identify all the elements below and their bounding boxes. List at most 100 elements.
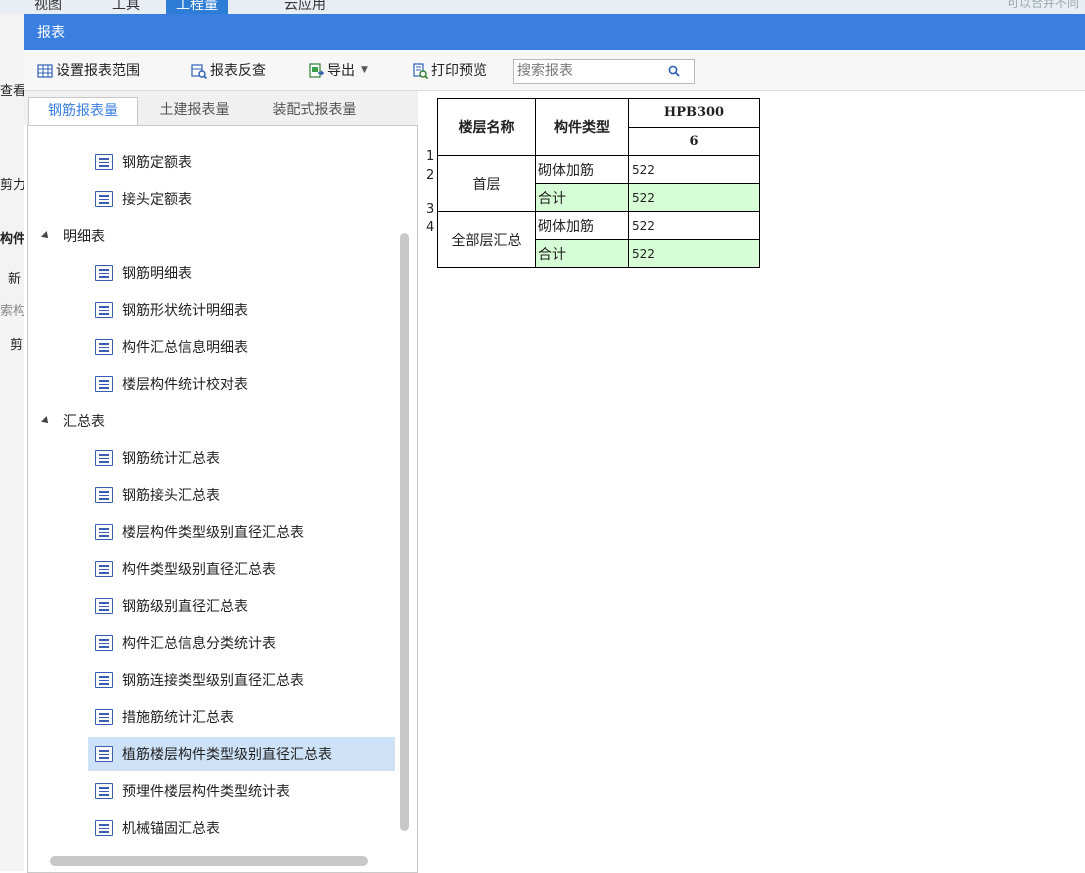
tree-item-label: 钢筋接头汇总表 bbox=[122, 488, 220, 504]
expand-arrow-icon[interactable] bbox=[41, 416, 51, 426]
tree-item-label: 楼层构件类型级别直径汇总表 bbox=[122, 525, 304, 541]
report-reverse-check-button[interactable]: 报表反查 bbox=[191, 60, 266, 80]
tree-item[interactable]: 构件汇总信息分类统计表 bbox=[28, 629, 417, 657]
report-dialog: 报表 设置报表范围 报表反查 导出 ▼ 打印预览 搜索报表 钢筋报表量 土建报表… bbox=[24, 14, 1085, 873]
report-doc-icon bbox=[95, 154, 113, 170]
tree-item[interactable]: 钢筋形状统计明细表 bbox=[28, 296, 417, 324]
tree-group-summary[interactable]: 汇总表 bbox=[28, 407, 417, 435]
print-preview-button[interactable]: 打印预览 bbox=[412, 60, 487, 80]
header-rebar-diameter: 6 bbox=[628, 126, 760, 156]
report-doc-icon bbox=[95, 450, 113, 466]
export-button[interactable]: 导出 ▼ bbox=[308, 60, 368, 80]
report-doc-icon bbox=[95, 302, 113, 318]
report-search-box bbox=[513, 59, 695, 84]
tab-civil-report[interactable]: 土建报表量 bbox=[142, 97, 247, 125]
tree-item-label: 钢筋明细表 bbox=[122, 266, 192, 282]
tree-item-label: 构件汇总信息分类统计表 bbox=[122, 636, 276, 652]
tree-horizontal-scrollbar[interactable] bbox=[50, 856, 368, 866]
report-reverse-check-label: 报表反查 bbox=[210, 63, 266, 79]
tree-item[interactable]: 构件类型级别直径汇总表 bbox=[28, 555, 417, 583]
tree-item[interactable]: 措施筋统计汇总表 bbox=[28, 703, 417, 731]
set-report-range-button[interactable]: 设置报表范围 bbox=[37, 60, 140, 80]
report-doc-icon bbox=[95, 635, 113, 651]
expand-arrow-icon[interactable] bbox=[41, 231, 51, 241]
tree-item-label: 钢筋形状统计明细表 bbox=[122, 303, 248, 319]
header-floor-name: 楼层名称 bbox=[437, 98, 536, 156]
bg-fragment: 构件 bbox=[0, 232, 24, 247]
cell-floor[interactable]: 全部层汇总 bbox=[437, 211, 536, 268]
menu-view[interactable]: 视图 bbox=[34, 0, 62, 14]
cell-component-type-total[interactable]: 合计 bbox=[535, 239, 629, 268]
bg-fragment: 查看 bbox=[0, 84, 24, 99]
report-doc-icon bbox=[95, 783, 113, 799]
bg-fragment: 剪 bbox=[10, 338, 24, 353]
tree-item-label: 构件类型级别直径汇总表 bbox=[122, 562, 276, 578]
tree-group-detail[interactable]: 明细表 bbox=[28, 222, 417, 250]
tree-item[interactable]: 机械锚固汇总表 bbox=[28, 814, 417, 842]
bg-fragment: 新 bbox=[8, 272, 22, 287]
cell-value-total[interactable]: 522 bbox=[628, 239, 760, 268]
chevron-down-icon: ▼ bbox=[361, 65, 368, 75]
cell-value-total[interactable]: 522 bbox=[628, 183, 760, 212]
cell-component-type-total[interactable]: 合计 bbox=[535, 183, 629, 212]
tree-item-label: 接头定额表 bbox=[122, 192, 192, 208]
tree-item-label: 钢筋定额表 bbox=[122, 155, 192, 171]
row-number: 3 bbox=[426, 202, 435, 217]
row-number: 2 bbox=[426, 168, 435, 183]
tree-item[interactable]: 钢筋定额表 bbox=[28, 148, 417, 176]
tree-item[interactable]: 钢筋统计汇总表 bbox=[28, 444, 417, 472]
cell-value[interactable]: 522 bbox=[628, 155, 760, 184]
report-type-tabs: 钢筋报表量 土建报表量 装配式报表量 bbox=[24, 91, 418, 126]
tree-item[interactable]: 楼层构件统计校对表 bbox=[28, 370, 417, 398]
menubar-hint: 可以合并不同 bbox=[1006, 0, 1079, 10]
tab-prefab-report[interactable]: 装配式报表量 bbox=[252, 97, 377, 125]
report-doc-icon bbox=[95, 191, 113, 207]
tree-item[interactable]: 构件汇总信息明细表 bbox=[28, 333, 417, 361]
cell-component-type[interactable]: 砌体加筋 bbox=[535, 211, 629, 240]
tree-item-label: 楼层构件统计校对表 bbox=[122, 377, 248, 393]
print-preview-label: 打印预览 bbox=[431, 63, 487, 79]
search-icon[interactable] bbox=[668, 65, 680, 81]
report-doc-icon bbox=[95, 487, 113, 503]
tree-item[interactable]: 接头定额表 bbox=[28, 185, 417, 213]
tree-item[interactable]: 钢筋明细表 bbox=[28, 259, 417, 287]
tab-rebar-report[interactable]: 钢筋报表量 bbox=[28, 97, 138, 126]
dialog-title: 报表 bbox=[37, 25, 65, 41]
report-doc-icon bbox=[95, 820, 113, 836]
tree-item-label: 机械锚固汇总表 bbox=[122, 821, 220, 837]
table-grid-icon bbox=[37, 63, 53, 78]
tree-item-selected[interactable]: 植筋楼层构件类型级别直径汇总表 bbox=[28, 737, 417, 771]
report-doc-icon bbox=[95, 265, 113, 281]
report-doc-icon bbox=[95, 709, 113, 725]
menu-cloud-apps[interactable]: 云应用 bbox=[284, 0, 326, 14]
dialog-title-bar[interactable]: 报表 bbox=[24, 14, 1085, 50]
export-label: 导出 bbox=[327, 63, 355, 79]
tree-item-label: 植筋楼层构件类型级别直径汇总表 bbox=[122, 747, 332, 763]
print-preview-icon bbox=[412, 62, 429, 79]
header-rebar-grade: HPB300 bbox=[628, 98, 760, 128]
tree-item-label: 措施筋统计汇总表 bbox=[122, 710, 234, 726]
cell-floor[interactable]: 首层 bbox=[437, 155, 536, 212]
report-doc-icon bbox=[95, 672, 113, 688]
cell-component-type[interactable]: 砌体加筋 bbox=[535, 155, 629, 184]
report-tree-panel: 钢筋定额表 接头定额表 明细表 钢筋明细表 钢筋形状统计明细表 构件汇总信息明细… bbox=[27, 125, 418, 873]
tree-item[interactable]: 钢筋级别直径汇总表 bbox=[28, 592, 417, 620]
menu-tools[interactable]: 工具 bbox=[112, 0, 140, 14]
tree-item[interactable]: 钢筋连接类型级别直径汇总表 bbox=[28, 666, 417, 694]
row-number: 4 bbox=[426, 220, 435, 235]
tree-item[interactable]: 钢筋接头汇总表 bbox=[28, 481, 417, 509]
tree-item[interactable]: 楼层构件类型级别直径汇总表 bbox=[28, 518, 417, 546]
table-search-icon bbox=[191, 63, 208, 79]
tree-item[interactable]: 预埋件楼层构件类型统计表 bbox=[28, 777, 417, 805]
report-search-input[interactable] bbox=[517, 62, 657, 79]
report-table-container: 楼层名称 构件类型 HPB300 6 首层 砌体加筋 522 合计 522 全部… bbox=[437, 98, 760, 268]
menu-quantities[interactable]: 工程量 bbox=[166, 0, 228, 14]
bg-fragment: 剪力 bbox=[0, 178, 24, 193]
cell-value[interactable]: 522 bbox=[628, 211, 760, 240]
tree-vertical-scrollbar[interactable] bbox=[400, 233, 409, 831]
report-table: 楼层名称 构件类型 HPB300 6 首层 砌体加筋 522 合计 522 全部… bbox=[437, 98, 760, 268]
report-doc-icon bbox=[95, 524, 113, 540]
report-doc-icon bbox=[95, 598, 113, 614]
background-left-strip: 查看 剪力 构件 新 索构 剪 bbox=[0, 14, 24, 871]
set-report-range-label: 设置报表范围 bbox=[56, 63, 140, 79]
